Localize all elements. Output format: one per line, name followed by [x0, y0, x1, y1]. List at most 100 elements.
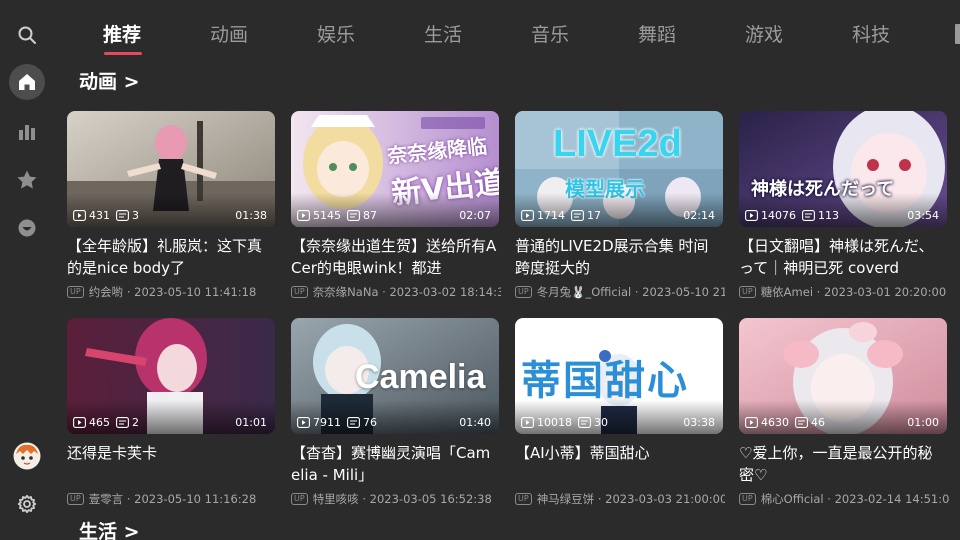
- play-count-icon: [521, 416, 534, 428]
- video-stats: 14076 113 03:54: [745, 208, 939, 222]
- video-title[interactable]: 【全年龄版】礼服岚：这下真的是nice body了: [67, 235, 275, 279]
- video-thumbnail[interactable]: Camelia 7911 76 01:40: [291, 318, 499, 434]
- uploader-info[interactable]: 冬月兔🐰_Official · 2023-05-10 21:45: [537, 284, 725, 300]
- uploader-info[interactable]: 糖依Amei · 2023-03-01 20:20:00: [761, 284, 946, 300]
- up-badge: UP: [739, 286, 756, 298]
- thumbnail-caption: 蒂国甜心: [521, 358, 689, 404]
- danmaku-count-icon: [347, 209, 360, 221]
- video-stats: 10018 30 03:38: [521, 415, 715, 429]
- up-badge: UP: [67, 286, 84, 298]
- sidebar-item-following[interactable]: [9, 210, 45, 246]
- danmaku-count: 30: [594, 415, 608, 429]
- video-card[interactable]: 4630 46 01:00 ♡爱上你，一直是最公开的秘密♡ UP 棉心Offic…: [739, 318, 949, 507]
- thumbnail-caption: Camelia: [355, 358, 486, 396]
- video-duration: 01:01: [235, 415, 267, 429]
- tab-tech[interactable]: 科技: [852, 22, 890, 48]
- gear-icon: [17, 494, 37, 514]
- video-title[interactable]: 【奈奈缘出道生贺】送给所有ACer的电眼wink！都进: [291, 235, 499, 279]
- danmaku-count-icon: [802, 209, 815, 221]
- view-count: 1714: [537, 208, 565, 222]
- user-avatar-button[interactable]: [9, 438, 45, 474]
- play-count-icon: [297, 209, 310, 221]
- uploader-line: UP 冬月兔🐰_Official · 2023-05-10 21:45: [515, 284, 725, 300]
- tab-life[interactable]: 生活: [424, 22, 462, 48]
- danmaku-count-icon: [578, 416, 591, 428]
- video-title[interactable]: ♡爱上你，一直是最公开的秘密♡: [739, 442, 947, 486]
- tab-dance[interactable]: 舞蹈: [638, 22, 676, 48]
- video-thumbnail[interactable]: 4630 46 01:00: [739, 318, 947, 434]
- danmaku-count-icon: [347, 416, 360, 428]
- video-thumbnail[interactable]: LIVE2d 模型展示 1714 17 02:14: [515, 111, 723, 227]
- danmaku-count-icon: [795, 416, 808, 428]
- video-duration: 01:00: [907, 415, 939, 429]
- home-icon: [19, 74, 35, 90]
- tab-entertainment[interactable]: 娱乐: [317, 22, 355, 48]
- play-count-icon: [297, 416, 310, 428]
- danmaku-count: 76: [363, 415, 377, 429]
- video-card[interactable]: 神様は死んだって 14076 113 03:54 【日文翻唱】神様は死んだ、って…: [739, 111, 947, 300]
- sidebar-item-favorites[interactable]: [9, 162, 45, 198]
- danmaku-count-icon: [571, 209, 584, 221]
- danmaku-count: 17: [587, 208, 601, 222]
- video-stats: 465 2 01:01: [73, 415, 267, 429]
- uploader-line: UP 棉心Official · 2023-02-14 14:51:07: [739, 491, 949, 507]
- video-card[interactable]: LIVE2d 模型展示 1714 17 02:14 普通的LIVE2D展示合集 …: [515, 111, 725, 300]
- view-count: 465: [89, 415, 110, 429]
- sidebar-item-home[interactable]: [9, 64, 45, 100]
- play-count-icon: [73, 416, 86, 428]
- uploader-info[interactable]: 约会喲 · 2023-05-10 11:41:18: [89, 284, 257, 300]
- uploader-info[interactable]: 神马绿豆饼 · 2023-03-03 21:00:00: [537, 491, 725, 507]
- up-badge: UP: [515, 286, 532, 298]
- video-thumbnail[interactable]: 465 2 01:01: [67, 318, 275, 434]
- tab-anime[interactable]: 动画: [210, 22, 248, 48]
- play-count-icon: [745, 209, 758, 221]
- uploader-line: UP 约会喲 · 2023-05-10 11:41:18: [67, 284, 277, 300]
- video-title[interactable]: 普通的LIVE2D展示合集 时间跨度挺大的: [515, 235, 723, 279]
- video-duration: 02:07: [459, 208, 491, 222]
- sidebar-item-ranking[interactable]: [9, 114, 45, 150]
- up-badge: UP: [515, 493, 532, 505]
- video-duration: 01:38: [235, 208, 267, 222]
- play-count-icon: [521, 209, 534, 221]
- tab-game[interactable]: 游戏: [745, 22, 783, 48]
- uploader-line: UP 神马绿豆饼 · 2023-03-03 21:00:00: [515, 491, 725, 507]
- video-card[interactable]: 465 2 01:01 还得是卡芙卡 UP 壹零言 · 2023-05-10 1…: [67, 318, 275, 507]
- video-title[interactable]: 还得是卡芙卡: [67, 442, 275, 486]
- uploader-info[interactable]: 棉心Official · 2023-02-14 14:51:07: [761, 491, 949, 507]
- video-title[interactable]: 【杳杳】赛博幽灵演唱「Camelia - Mili」: [291, 442, 499, 486]
- video-duration: 03:54: [907, 208, 939, 222]
- active-tab-indicator: [104, 52, 142, 55]
- tab-music[interactable]: 音乐: [531, 22, 569, 48]
- view-count: 10018: [537, 415, 572, 429]
- video-card[interactable]: 431 3 01:38 【全年龄版】礼服岚：这下真的是nice body了 UP…: [67, 111, 275, 300]
- settings-button[interactable]: [9, 486, 45, 522]
- view-count: 7911: [313, 415, 341, 429]
- section-title-anime[interactable]: 动画 >: [79, 69, 140, 95]
- video-thumbnail[interactable]: 蒂国甜心 10018 30 03:38: [515, 318, 723, 434]
- up-badge: UP: [739, 493, 756, 505]
- video-thumbnail[interactable]: 奈奈缘降临 新V出道 5145 87 02:07: [291, 111, 499, 227]
- view-count: 431: [89, 208, 110, 222]
- following-icon: [18, 219, 36, 237]
- uploader-info[interactable]: 壹零言 · 2023-05-10 11:16:28: [89, 491, 257, 507]
- video-title[interactable]: 【日文翻唱】神様は死んだ、って｜神明已死 coverd: [739, 235, 947, 279]
- uploader-info[interactable]: 特里咳咳 · 2023-03-05 16:52:38: [313, 491, 492, 507]
- section-title-life[interactable]: 生活 >: [79, 519, 140, 540]
- up-badge: UP: [291, 493, 308, 505]
- uploader-info[interactable]: 奈奈缘NaNa · 2023-03-02 18:14:34: [313, 284, 501, 300]
- avatar: [13, 442, 41, 470]
- video-duration: 01:40: [459, 415, 491, 429]
- tab-overflow-hint: [955, 24, 960, 44]
- video-thumbnail[interactable]: 神様は死んだって 14076 113 03:54: [739, 111, 947, 227]
- video-card[interactable]: 蒂国甜心 10018 30 03:38 【AI小蒂】蒂国甜心 UP 神马绿豆饼 …: [515, 318, 725, 507]
- video-card[interactable]: 奈奈缘降临 新V出道 5145 87 02:07 【奈奈缘出道生贺】送给所有AC…: [291, 111, 501, 300]
- video-duration: 03:38: [683, 415, 715, 429]
- video-title[interactable]: 【AI小蒂】蒂国甜心: [515, 442, 723, 486]
- video-thumbnail[interactable]: 431 3 01:38: [67, 111, 275, 227]
- star-icon: [17, 170, 37, 189]
- uploader-line: UP 糖依Amei · 2023-03-01 20:20:00: [739, 284, 949, 300]
- danmaku-count: 3: [132, 208, 139, 222]
- sidebar: [0, 0, 54, 540]
- tab-recommend[interactable]: 推荐: [103, 22, 141, 48]
- video-card[interactable]: Camelia 7911 76 01:40 【杳杳】赛博幽灵演唱「Camelia…: [291, 318, 499, 507]
